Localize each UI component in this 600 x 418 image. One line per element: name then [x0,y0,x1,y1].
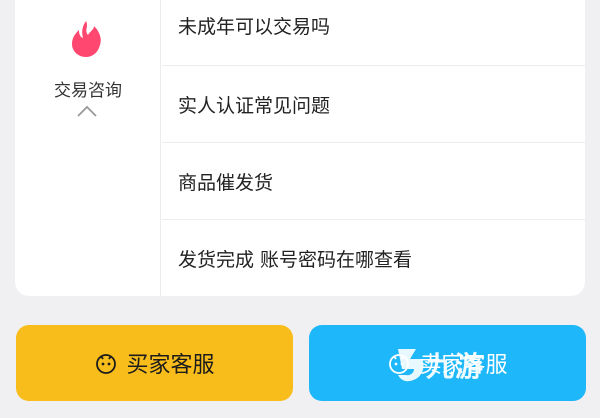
watermark-logo-icon [398,349,424,382]
faq-list: 未成年可以交易吗 实人认证常见问题 商品催发货 发货完成 账号密码在哪查看 [162,0,585,296]
buyer-service-label: 买家客服 [126,353,215,378]
buyer-service-button[interactable]: 买家客服 [16,325,293,401]
faq-item-label: 未成年可以交易吗 [178,16,331,38]
category-label: 交易咨询 [54,81,122,101]
watermark: 九游 [426,350,485,383]
faq-item-label: 发货完成 账号密码在哪查看 [178,249,413,271]
faq-card: 交易咨询 未成年可以交易吗 实人认证常见问题 商品催发货 发货完成 账号密码在哪… [15,0,585,296]
faq-item[interactable]: 未成年可以交易吗 [162,0,585,66]
category-tab-trade-consulting[interactable]: 交易咨询 [15,0,161,296]
faq-item-label: 实人认证常见问题 [178,94,331,117]
chevron-up-icon[interactable] [75,103,99,119]
faq-item-label: 商品催发货 [178,171,274,194]
face-icon [96,354,117,374]
faq-item[interactable]: 实人认证常见问题 [162,66,585,143]
faq-item[interactable]: 发货完成 账号密码在哪查看 [162,220,585,296]
faq-item[interactable]: 商品催发货 [162,143,585,220]
flame-icon [72,21,101,57]
